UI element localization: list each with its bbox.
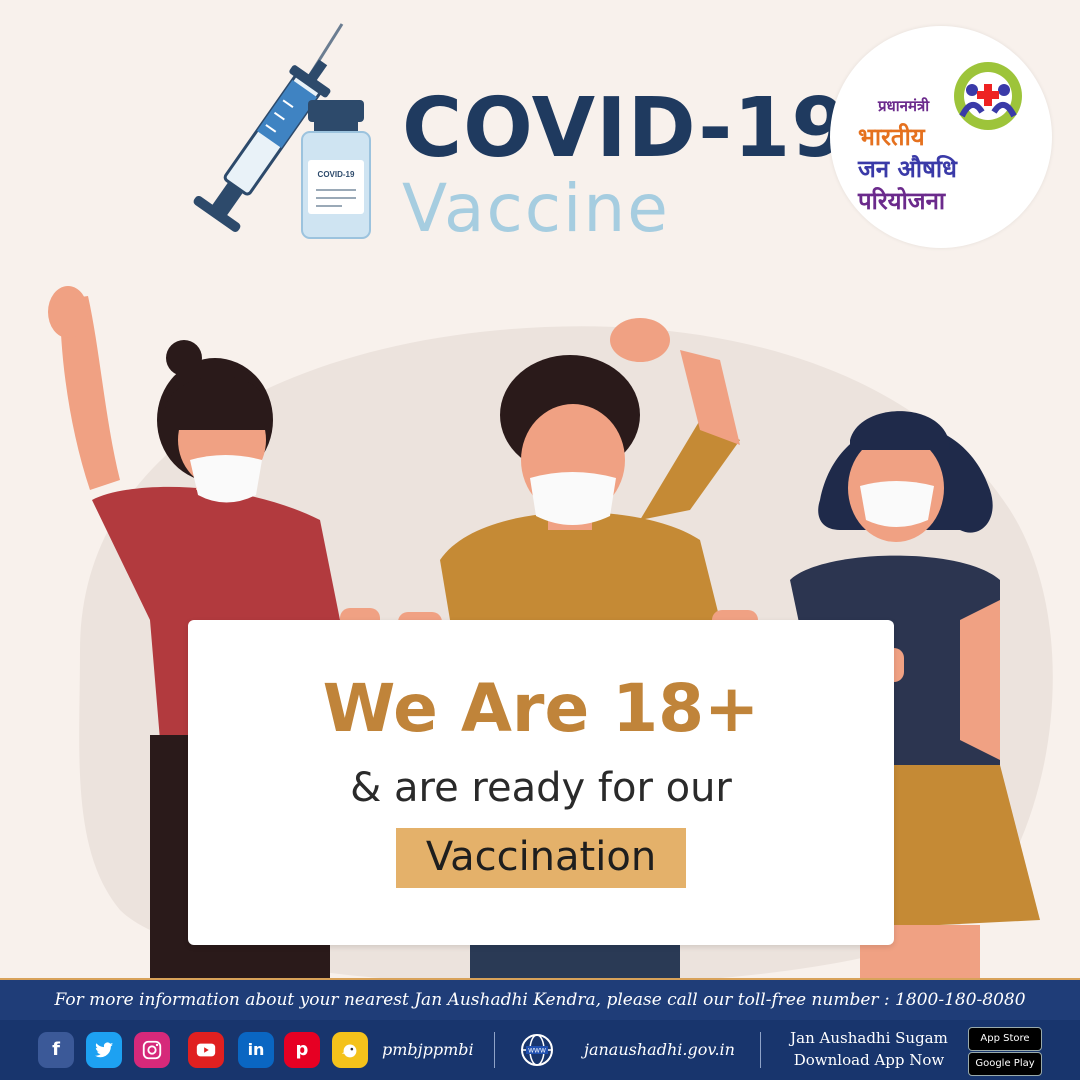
page-subtitle: Vaccine [402,170,670,247]
poster: COVID-19 COVID-19 Vaccine प्रधानमंत्री भ… [0,0,1080,1080]
app-cta: Download App Now [793,1051,945,1069]
page-title: COVID-19 [402,81,850,176]
sign-subline: & are ready for our [350,765,732,811]
logo-line-4: परियोजना [858,187,946,215]
footer: f in p pmbjppmbi WWW janaushadhi.gov.in … [0,1020,1080,1080]
instagram-icon[interactable] [134,1032,170,1068]
pinterest-icon[interactable]: p [284,1032,320,1068]
sign-headline: We Are 18+ [322,670,760,747]
social-handle[interactable]: pmbjppmbi [382,1040,474,1059]
vial-label: COVID-19 [317,170,355,179]
googleplay-button[interactable]: Google Play [968,1052,1042,1076]
vaccine-vial-icon: COVID-19 [298,100,374,245]
divider [760,1032,761,1068]
info-bar: For more information about your nearest … [0,978,1080,1020]
app-name: Jan Aushadhi Sugam [790,1029,948,1047]
logo-line-2: भारतीय [858,123,925,151]
twitter-icon[interactable] [86,1032,122,1068]
message-sign: We Are 18+ & are ready for our Vaccinati… [188,620,894,945]
youtube-icon[interactable] [188,1032,224,1068]
website-link[interactable]: janaushadhi.gov.in [584,1040,735,1059]
logo-line-1: प्रधानमंत्री [878,97,930,115]
pmbjp-emblem-icon [954,62,1022,130]
logo-line-3: जन औषधि [858,155,957,183]
pmbjp-logo: प्रधानमंत्री भारतीय जन औषधि परियोजना [830,26,1052,248]
facebook-icon[interactable]: f [38,1032,74,1068]
title-block: COVID-19 Vaccine [402,88,849,242]
appstore-button[interactable]: App Store [968,1027,1042,1051]
svg-text:WWW: WWW [528,1048,546,1055]
linkedin-icon[interactable]: in [238,1032,274,1068]
website-globe-icon: WWW [520,1033,554,1072]
vaccination-badge: Vaccination [395,828,687,888]
koo-icon[interactable] [332,1032,368,1068]
divider [494,1032,495,1068]
